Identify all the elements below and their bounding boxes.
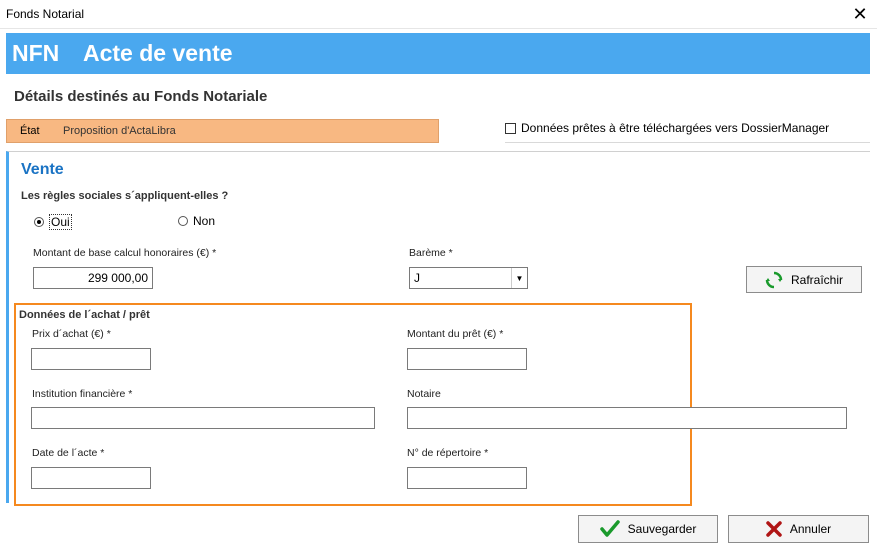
radio-non-label: Non bbox=[193, 214, 216, 228]
cancel-button-label: Annuler bbox=[789, 522, 832, 536]
chevron-down-icon[interactable]: ▼ bbox=[511, 268, 527, 288]
refresh-button-label: Rafraîchir bbox=[790, 272, 843, 287]
notary-input[interactable] bbox=[407, 407, 847, 429]
bareme-value: J bbox=[414, 271, 420, 285]
details-title: Détails destinés au Fonds Notariale bbox=[14, 88, 268, 105]
window-titlebar: Fonds Notarial ✕ bbox=[0, 0, 877, 29]
financial-institution-label: Institution financière * bbox=[32, 388, 133, 400]
bareme-select[interactable]: J ▼ bbox=[409, 267, 528, 289]
loan-amount-input[interactable] bbox=[407, 348, 527, 370]
social-rules-question: Les règles sociales s´appliquent-elles ? bbox=[21, 190, 229, 202]
save-button-label: Sauvegarder bbox=[627, 522, 697, 536]
header-banner: NFN Acte de vente bbox=[6, 33, 870, 74]
banner-title: Acte de vente bbox=[83, 40, 233, 66]
base-amount-input[interactable]: 299 000,00 bbox=[33, 267, 153, 289]
radio-non-dot[interactable] bbox=[178, 216, 188, 226]
loan-amount-label: Montant du prêt (€) * bbox=[407, 328, 504, 340]
purchase-price-input[interactable] bbox=[31, 348, 151, 370]
base-amount-label: Montant de base calcul honoraires (€) * bbox=[33, 247, 217, 259]
financial-institution-input[interactable] bbox=[31, 407, 375, 429]
ready-checkbox[interactable] bbox=[505, 122, 516, 134]
refresh-button[interactable]: Rafraîchir bbox=[746, 266, 862, 293]
repertoire-no-input[interactable] bbox=[407, 467, 527, 489]
save-button[interactable]: Sauvegarder bbox=[578, 515, 718, 543]
banner-code: NFN bbox=[12, 40, 60, 66]
ready-checkbox-label: Données prêtes à être téléchargées vers … bbox=[521, 121, 830, 135]
ready-checkbox-row[interactable]: Données prêtes à être téléchargées vers … bbox=[505, 121, 829, 135]
state-value: Proposition d'ActaLibra bbox=[63, 125, 176, 137]
deed-date-input[interactable] bbox=[31, 467, 151, 489]
cancel-button[interactable]: Annuler bbox=[728, 515, 869, 543]
bareme-label: Barème * bbox=[409, 247, 453, 259]
state-bar: État Proposition d'ActaLibra bbox=[6, 119, 439, 143]
section-title: Vente bbox=[21, 161, 64, 178]
checkmark-icon bbox=[599, 520, 620, 537]
divider bbox=[505, 142, 870, 143]
purchase-loan-title: Données de l´achat / prêt bbox=[19, 309, 150, 321]
refresh-icon bbox=[765, 271, 783, 288]
cross-icon bbox=[766, 521, 782, 537]
radio-oui[interactable]: Oui bbox=[34, 214, 72, 230]
state-label: État bbox=[20, 125, 40, 137]
radio-oui-dot[interactable] bbox=[34, 217, 44, 227]
radio-oui-label: Oui bbox=[49, 214, 72, 230]
close-icon[interactable]: ✕ bbox=[843, 0, 877, 29]
deed-date-label: Date de l´acte * bbox=[32, 447, 105, 459]
radio-non[interactable]: Non bbox=[178, 214, 215, 228]
notary-label: Notaire bbox=[407, 388, 441, 400]
repertoire-no-label: N° de répertoire * bbox=[407, 447, 489, 459]
purchase-price-label: Prix d´achat (€) * bbox=[32, 328, 111, 340]
window-title: Fonds Notarial bbox=[6, 7, 85, 21]
